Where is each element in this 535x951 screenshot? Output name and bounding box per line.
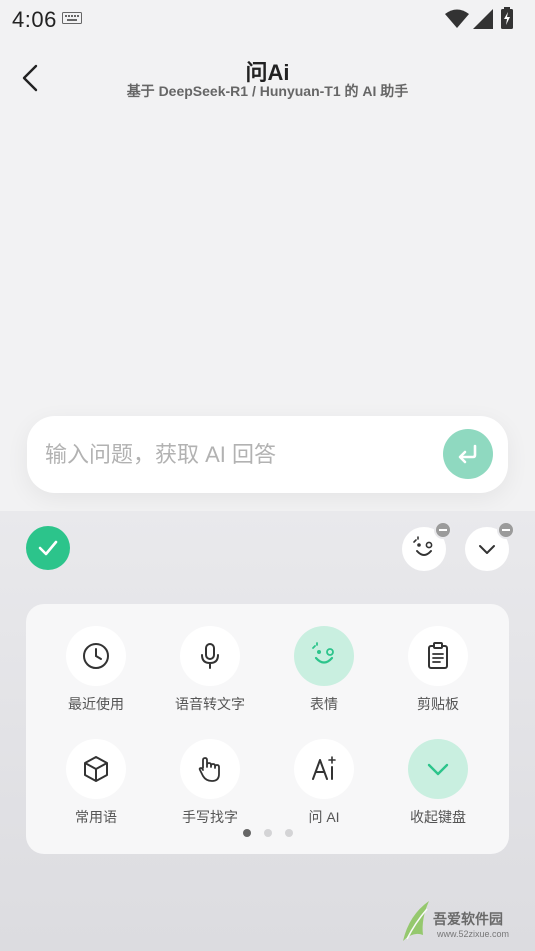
tool-voice-to-text[interactable]: 语音转文字 xyxy=(153,626,267,726)
tools-panel: 最近使用 语音转文字 表情 剪贴板 常用语 手写找字 问 AI 收起键盘 xyxy=(26,604,509,854)
watermark-logo-icon xyxy=(403,901,429,941)
tool-phrases-circle xyxy=(66,739,126,799)
signal-icon xyxy=(473,9,493,29)
watermark-url: www.52zixue.com xyxy=(437,929,510,939)
microphone-icon xyxy=(201,643,219,669)
handwriting-icon xyxy=(198,757,220,782)
tool-label: 剪贴板 xyxy=(417,696,459,712)
send-button[interactable] xyxy=(443,429,493,479)
confirm-button[interactable] xyxy=(26,526,70,570)
clipboard-icon xyxy=(428,642,448,669)
tool-emoji-circle xyxy=(294,626,354,686)
clock-icon xyxy=(83,643,109,669)
status-bar: 4:06 xyxy=(0,0,535,40)
cube-icon xyxy=(84,756,108,782)
tool-common-phrases[interactable]: 常用语 xyxy=(39,739,153,839)
tool-ask-ai[interactable]: 问 AI xyxy=(267,739,381,839)
question-input[interactable] xyxy=(45,416,435,493)
page-dot[interactable] xyxy=(284,829,293,837)
emoji-face-icon xyxy=(312,642,334,664)
tool-handwriting-circle xyxy=(180,739,240,799)
tool-ai-circle xyxy=(294,739,354,799)
check-icon xyxy=(38,540,58,556)
page-dot-active[interactable] xyxy=(242,829,251,837)
watermark: 吾爱软件园 www.52zixue.com xyxy=(399,895,529,947)
status-icons xyxy=(441,7,521,29)
tool-label: 常用语 xyxy=(75,809,117,825)
ai-icon xyxy=(312,756,336,780)
keyboard-icon xyxy=(62,12,82,24)
tool-emoji[interactable]: 表情 xyxy=(267,626,381,726)
tool-label: 最近使用 xyxy=(68,696,124,712)
wifi-icon xyxy=(445,9,469,28)
chevron-down-icon xyxy=(427,763,449,776)
status-time: 4:06 xyxy=(12,7,57,32)
page-subtitle: 基于 DeepSeek-R1 / Hunyuan-T1 的 AI 助手 xyxy=(126,83,409,99)
battery-icon xyxy=(501,7,513,29)
tool-label: 语音转文字 xyxy=(175,696,245,712)
chevron-down-icon xyxy=(479,545,495,554)
tool-clipboard-circle xyxy=(408,626,468,686)
watermark-text: 吾爱软件园 xyxy=(433,911,503,927)
question-input-container xyxy=(27,416,508,493)
remove-badge[interactable] xyxy=(497,521,515,539)
emoji-face-icon xyxy=(413,536,433,556)
tool-label: 表情 xyxy=(310,696,338,712)
tool-label: 问 AI xyxy=(308,809,340,825)
keyboard-panel: 最近使用 语音转文字 表情 剪贴板 常用语 手写找字 问 AI 收起键盘 吾爱软… xyxy=(0,511,535,951)
collapse-toolbar-button[interactable] xyxy=(465,521,515,571)
page-dot[interactable] xyxy=(263,829,272,837)
tool-label: 收起键盘 xyxy=(410,809,466,825)
tool-hide-circle xyxy=(408,739,468,799)
emoji-toolbar-button[interactable] xyxy=(402,521,452,571)
tool-handwriting[interactable]: 手写找字 xyxy=(153,739,267,839)
tool-clipboard[interactable]: 剪贴板 xyxy=(381,626,495,726)
tool-recent[interactable]: 最近使用 xyxy=(39,626,153,726)
tool-label: 手写找字 xyxy=(182,809,238,825)
page-indicator xyxy=(26,829,509,837)
enter-icon xyxy=(458,444,477,464)
tool-voice-circle xyxy=(180,626,240,686)
tool-recent-circle xyxy=(66,626,126,686)
tool-hide-keyboard[interactable]: 收起键盘 xyxy=(381,739,495,839)
remove-badge[interactable] xyxy=(434,521,452,539)
